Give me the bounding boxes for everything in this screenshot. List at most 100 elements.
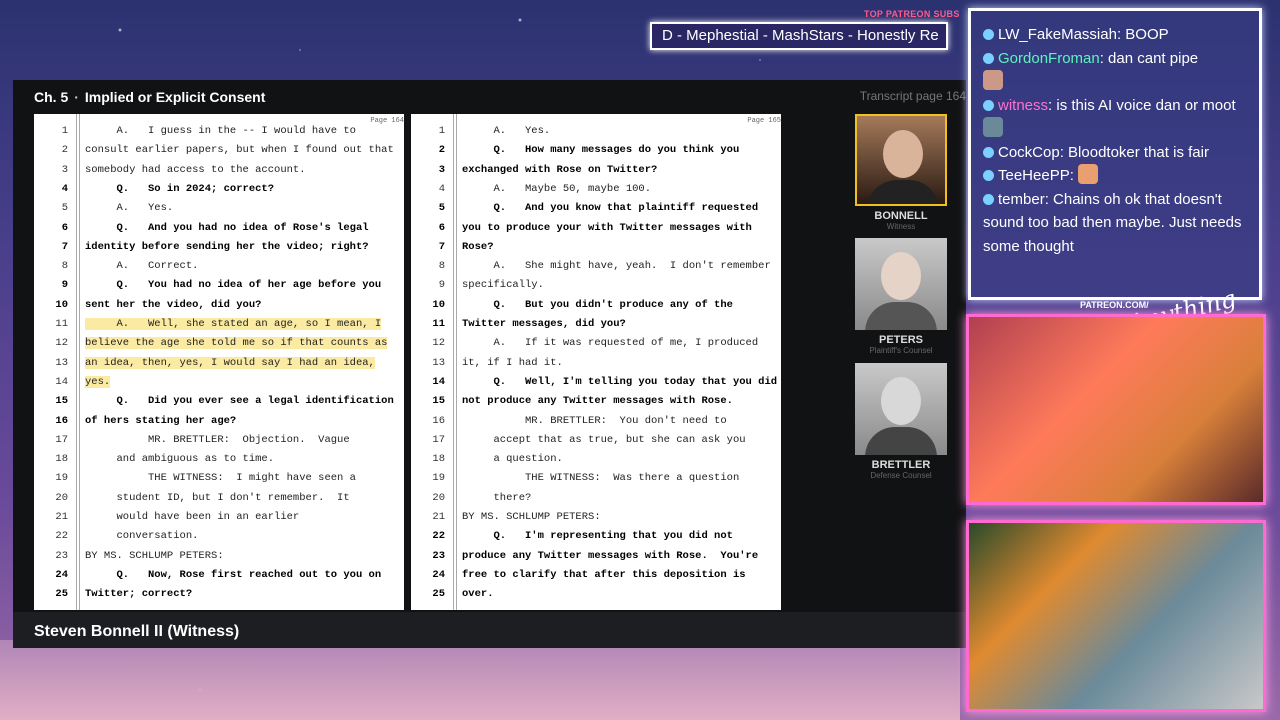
emote-icon (1078, 164, 1099, 184)
line-number: 10 (432, 298, 445, 311)
chat-text: BOOP (1121, 26, 1169, 43)
transcript-line: 9 specifically. (411, 276, 781, 295)
line-number: 16 (55, 414, 68, 427)
transcript-line: 14 Q. Well, I'm telling you today that y… (411, 373, 781, 392)
line-text: exchanged with Rose on Twitter? (462, 163, 658, 176)
line-text: A. Yes. (462, 125, 551, 137)
line-text: consult earlier papers, but when I found… (85, 144, 394, 157)
line-number: 18 (55, 453, 68, 466)
line-number: 17 (432, 433, 445, 446)
chat-username: CockCop (998, 143, 1060, 161)
transcript-line: 22 Q. I'm representing that you did not (411, 527, 781, 546)
line-number: 20 (432, 491, 445, 504)
line-text: A. Correct. (85, 260, 199, 273)
chapter-title: Ch. 5 · Implied or Explicit Consent (34, 89, 265, 105)
transcript-line: 17 MR. BRETTLER: Objection. Vague (34, 431, 404, 450)
chat-username: GordonFroman (998, 49, 1100, 67)
chat-message: CockCop: Bloodtoker that is fair (983, 141, 1247, 165)
transcript-line: 21 would have been in an earlier (34, 508, 404, 527)
transcript-line: 15 Q. Did you ever see a legal identific… (34, 392, 404, 411)
transcript-line: 16 MR. BRETTLER: You don't need to (411, 412, 781, 431)
line-text: over. (462, 588, 494, 601)
line-number: 10 (55, 298, 68, 311)
participant-photo (855, 363, 947, 455)
chat-username: witness (998, 96, 1049, 114)
line-text: accept that as true, but she can ask you (462, 433, 746, 446)
transcript-line: 23 produce any Twitter messages with Rose… (411, 547, 781, 566)
line-number: 15 (432, 395, 445, 408)
transcript-line: 2 Q. How many messages do you think you (411, 141, 781, 160)
transcript-line: 12 A. If it was requested of me, I produ… (411, 334, 781, 353)
line-number: 1 (61, 125, 68, 137)
chat-message: GordonFroman: dan cant pipe (983, 47, 1247, 94)
participant-peters[interactable]: PETERS Plaintiff's Counsel (855, 238, 947, 355)
line-text: Q. So in 2024; correct? (85, 182, 275, 195)
chapter-number: Ch. 5 (34, 89, 69, 105)
line-text: Q. Well, I'm telling you today that you … (462, 375, 778, 388)
transcript-line: 16 of hers stating her age? (34, 412, 404, 431)
emote-icon (983, 117, 1003, 137)
participant-role: Witness (886, 222, 916, 231)
line-number: 3 (438, 163, 445, 176)
line-text: Q. How many messages do you think you (462, 144, 740, 157)
transcript-line: 5 Q. And you know that plaintiff request… (411, 199, 781, 218)
transcript-line: 13 an idea, then, yes, I would say I had … (34, 354, 404, 373)
transcript-line: 22 conversation. (34, 527, 404, 546)
transcript-line: 19 THE WITNESS: Was there a question (411, 469, 781, 488)
line-text: and ambiguous as to time. (85, 453, 275, 466)
line-number: 13 (55, 356, 68, 369)
line-text: Q. Did you ever see a legal identificati… (85, 395, 394, 408)
line-text: you to produce your with Twitter message… (462, 221, 752, 234)
participant-name: BONNELL (874, 210, 928, 222)
participant-bonnell[interactable]: BONNELL Witness (855, 114, 947, 231)
line-number: 11 (55, 318, 68, 330)
webcam-guest (966, 520, 1266, 712)
transcript-line: 3 somebody had access to the account. (34, 161, 404, 180)
chat-username: LW_FakeMassiah (998, 26, 1117, 43)
line-number: 8 (438, 260, 445, 273)
chat-text: is this AI voice dan or moot (1052, 96, 1236, 114)
line-number: 1 (438, 125, 445, 137)
transcript-page-left: Page 164 1 A. I guess in the -- I would … (34, 114, 404, 610)
line-number: 18 (432, 453, 445, 466)
line-number: 11 (432, 318, 445, 330)
participant-brettler[interactable]: BRETTLER Defense Counsel (855, 363, 947, 480)
line-text: BY MS. SCHLUMP PETERS: (85, 549, 224, 562)
line-text: produce any Twitter messages with Rose. … (462, 549, 759, 562)
line-text: identity before sending her the video; r… (85, 240, 369, 253)
line-number: 9 (61, 279, 68, 292)
transcript-line: 6 you to produce your with Twitter messag… (411, 219, 781, 238)
participant-photo (855, 114, 947, 206)
line-number: 9 (438, 279, 445, 292)
chat-badge-icon (983, 52, 994, 64)
line-number: 21 (432, 511, 445, 523)
line-number: 22 (55, 530, 68, 543)
line-number: 19 (432, 472, 445, 485)
line-number: 2 (61, 144, 68, 157)
transcript-line: 18 and ambiguous as to time. (34, 450, 404, 469)
chat-text: dan cant pipe (1103, 49, 1199, 67)
line-number: 12 (432, 337, 445, 350)
transcript-line: 25 over. (411, 585, 781, 604)
transcript-line: 5 A. Yes. (34, 199, 404, 218)
chat-message: TeeHeePP: (983, 164, 1247, 188)
chat-message: tember: Chains oh ok that doesn't sound … (983, 190, 1242, 255)
line-number: 4 (61, 182, 68, 195)
line-number: 21 (55, 511, 68, 523)
line-text: would have been in an earlier (85, 511, 300, 523)
line-text: A. Yes. (85, 202, 174, 215)
line-text: Q. And you had no idea of Rose's legal (85, 221, 369, 234)
line-text: A. She might have, yeah. I don't remembe… (462, 260, 771, 273)
line-number: 14 (432, 375, 445, 388)
line-text: specifically. (462, 279, 544, 292)
chat-text: Bloodtoker that is fair (1063, 143, 1209, 161)
transcript-line: 24 Q. Now, Rose first reached out to you… (34, 566, 404, 585)
transcript-line: 7 Rose? (411, 238, 781, 257)
line-number: 25 (55, 588, 68, 601)
transcript-line: 18 a question. (411, 450, 781, 469)
chat-message: witness: is this AI voice dan or moot (983, 94, 1247, 141)
line-number: 24 (432, 568, 445, 581)
transcript-line: 23 BY MS. SCHLUMP PETERS: (34, 547, 404, 566)
line-text: an idea, then, yes, I would say I had an… (85, 356, 375, 369)
line-text: Q. You had no idea of her age before you (85, 279, 382, 292)
